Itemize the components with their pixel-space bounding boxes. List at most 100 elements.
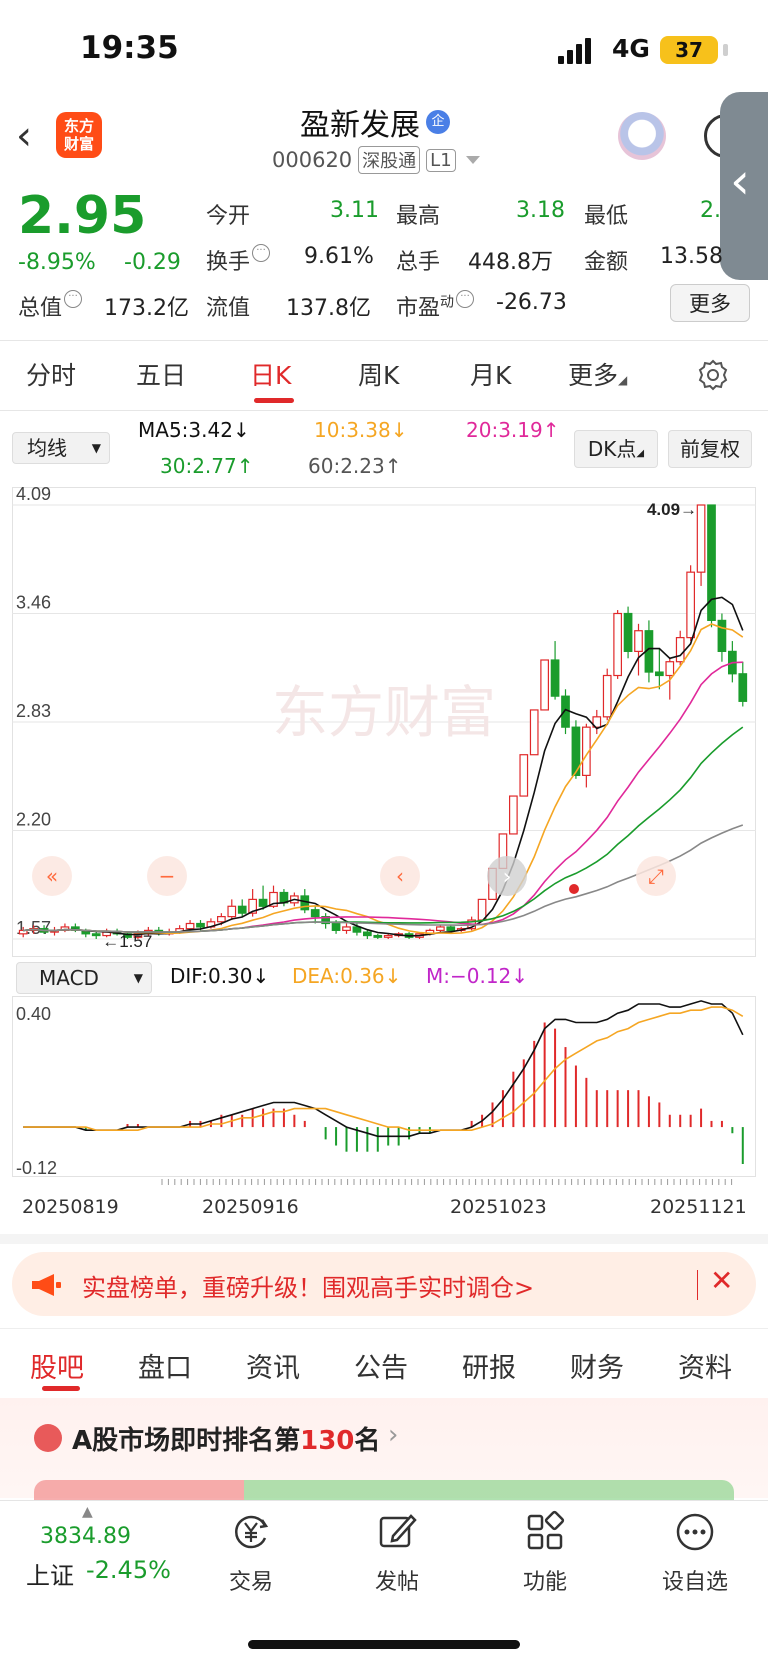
tab-pankou[interactable]: 盘口	[138, 1346, 192, 1385]
candle	[623, 606, 633, 659]
fullscreen-icon-glyph: ⤢	[648, 864, 664, 888]
index-value[interactable]: 3834.89	[40, 1524, 131, 1549]
signal-icon	[558, 38, 591, 64]
tab-profile[interactable]: 资料	[678, 1346, 732, 1385]
candle-body	[237, 905, 247, 914]
volume-value: 448.8万	[468, 250, 553, 275]
tab-daily-k[interactable]: 日K	[250, 356, 291, 392]
stock-code-row[interactable]: 000620 深股通 L1	[272, 146, 480, 174]
candle-body	[686, 571, 695, 639]
tab-finance[interactable]: 财务	[570, 1346, 624, 1385]
candle-body	[696, 504, 706, 573]
dea-value: DEA:0.36↓	[292, 964, 402, 988]
y-tick-label: 3.46	[16, 593, 51, 613]
candle	[321, 913, 330, 929]
nav-label: 功能	[522, 1570, 567, 1595]
ma5-value: MA5:3.42↓	[138, 418, 250, 442]
back-button[interactable]: ‹	[16, 112, 50, 160]
dropdown-icon: ▼	[91, 441, 101, 455]
candle-body	[436, 926, 445, 931]
side-drawer-handle[interactable]: ‹	[720, 92, 768, 280]
current-price: 2.95	[18, 186, 147, 246]
gear-icon[interactable]	[696, 358, 730, 392]
candle-body	[602, 674, 612, 718]
candle	[529, 709, 539, 756]
indicator-selector[interactable]: MACD ▼	[16, 962, 152, 994]
candle	[50, 926, 59, 936]
tab-guba[interactable]: 股吧	[30, 1346, 84, 1385]
index-change[interactable]: -2.45%	[86, 1556, 171, 1584]
info-icon[interactable]: ···	[456, 290, 475, 308]
nav-add-watchlist[interactable]: 设自选	[640, 1510, 750, 1596]
info-icon[interactable]: ···	[64, 290, 83, 308]
nav-label: 设自选	[661, 1570, 728, 1595]
candle-body	[675, 637, 685, 663]
macd-chart[interactable]: 0.40 -0.12	[12, 996, 756, 1186]
ma20-value: 20:3.19↑	[466, 418, 560, 442]
candle	[258, 885, 268, 910]
app-logo[interactable]: 东方 财富	[56, 112, 102, 158]
candle	[738, 661, 748, 707]
turnover-value: 9.61%	[304, 244, 374, 269]
close-icon[interactable]: ✕	[710, 1264, 733, 1297]
ma-selector[interactable]: 均线 ▼	[12, 432, 110, 464]
tab-research[interactable]: 研报	[462, 1346, 516, 1385]
change-percent: -8.95%	[18, 250, 96, 275]
chevron-right-icon[interactable]: ›	[388, 1420, 398, 1450]
more-button[interactable]: 更多	[670, 284, 750, 322]
candle	[602, 668, 612, 721]
tab-underline	[254, 398, 294, 403]
candle	[540, 659, 549, 711]
banner-text[interactable]: 实盘榜单，重磅升级！围观高手实时调仓>	[82, 1268, 534, 1303]
max-marker: 4.09→	[647, 500, 697, 519]
candle	[363, 930, 372, 939]
min-marker: ←1.57	[102, 932, 152, 951]
rank-text[interactable]: A股市场即时排名第130名	[72, 1420, 380, 1457]
nav-trade[interactable]: 交易	[196, 1510, 306, 1596]
candle-body	[227, 905, 237, 918]
dk-point-button[interactable]: DK点◢	[574, 430, 658, 468]
nav-post[interactable]: 发帖	[342, 1510, 452, 1596]
edit-icon	[379, 1514, 417, 1548]
candle-body	[717, 619, 727, 652]
index-name[interactable]: 上证	[26, 1556, 74, 1591]
y-tick-label: 4.09	[16, 487, 51, 504]
candle	[237, 899, 247, 917]
chevron-left-icon: ‹	[730, 152, 750, 210]
tab-more[interactable]: 更多◢	[568, 356, 627, 392]
nav-functions[interactable]: 功能	[490, 1510, 600, 1596]
tab-intraday[interactable]: 分时	[26, 356, 76, 392]
candle-body	[363, 931, 372, 937]
candle-body	[738, 673, 748, 702]
divider	[0, 410, 768, 411]
watermark: 东方财富	[272, 681, 496, 746]
candle	[613, 610, 622, 679]
adjust-button[interactable]: 前复权	[668, 430, 752, 468]
candle-body	[352, 926, 362, 933]
open-value: 3.11	[330, 198, 379, 223]
megaphone-icon	[32, 1274, 61, 1296]
x-date-label: 20250819	[22, 1196, 119, 1218]
candle-body	[185, 922, 195, 930]
logo-line2: 财富	[63, 135, 94, 153]
tab-weekly-k[interactable]: 周K	[358, 356, 399, 392]
home-indicator[interactable]	[248, 1640, 520, 1649]
info-icon[interactable]: ···	[252, 244, 271, 262]
tab-five-day[interactable]: 五日	[136, 356, 186, 392]
pe-label: 市盈动 ···	[396, 290, 475, 322]
divider	[697, 1270, 698, 1300]
tab-monthly-k[interactable]: 月K	[470, 356, 511, 392]
open-label: 今开	[206, 204, 251, 229]
candle	[436, 925, 445, 933]
kline-chart[interactable]: 4.093.462.832.201.57东方财富4.09→←1.57« − ‹ › ⤢	[12, 487, 756, 957]
x-date-label: 20251121	[650, 1196, 747, 1218]
tab-announcements[interactable]: 公告	[354, 1346, 408, 1385]
stock-title[interactable]: 盈新发展 企	[300, 100, 450, 144]
tab-news[interactable]: 资讯	[246, 1346, 300, 1385]
candle	[728, 641, 737, 683]
yen-exchange-icon	[235, 1515, 269, 1549]
ai-assistant-icon[interactable]	[618, 112, 666, 160]
candle-body	[373, 934, 383, 938]
candle	[686, 565, 695, 642]
tab-underline	[42, 1386, 80, 1391]
